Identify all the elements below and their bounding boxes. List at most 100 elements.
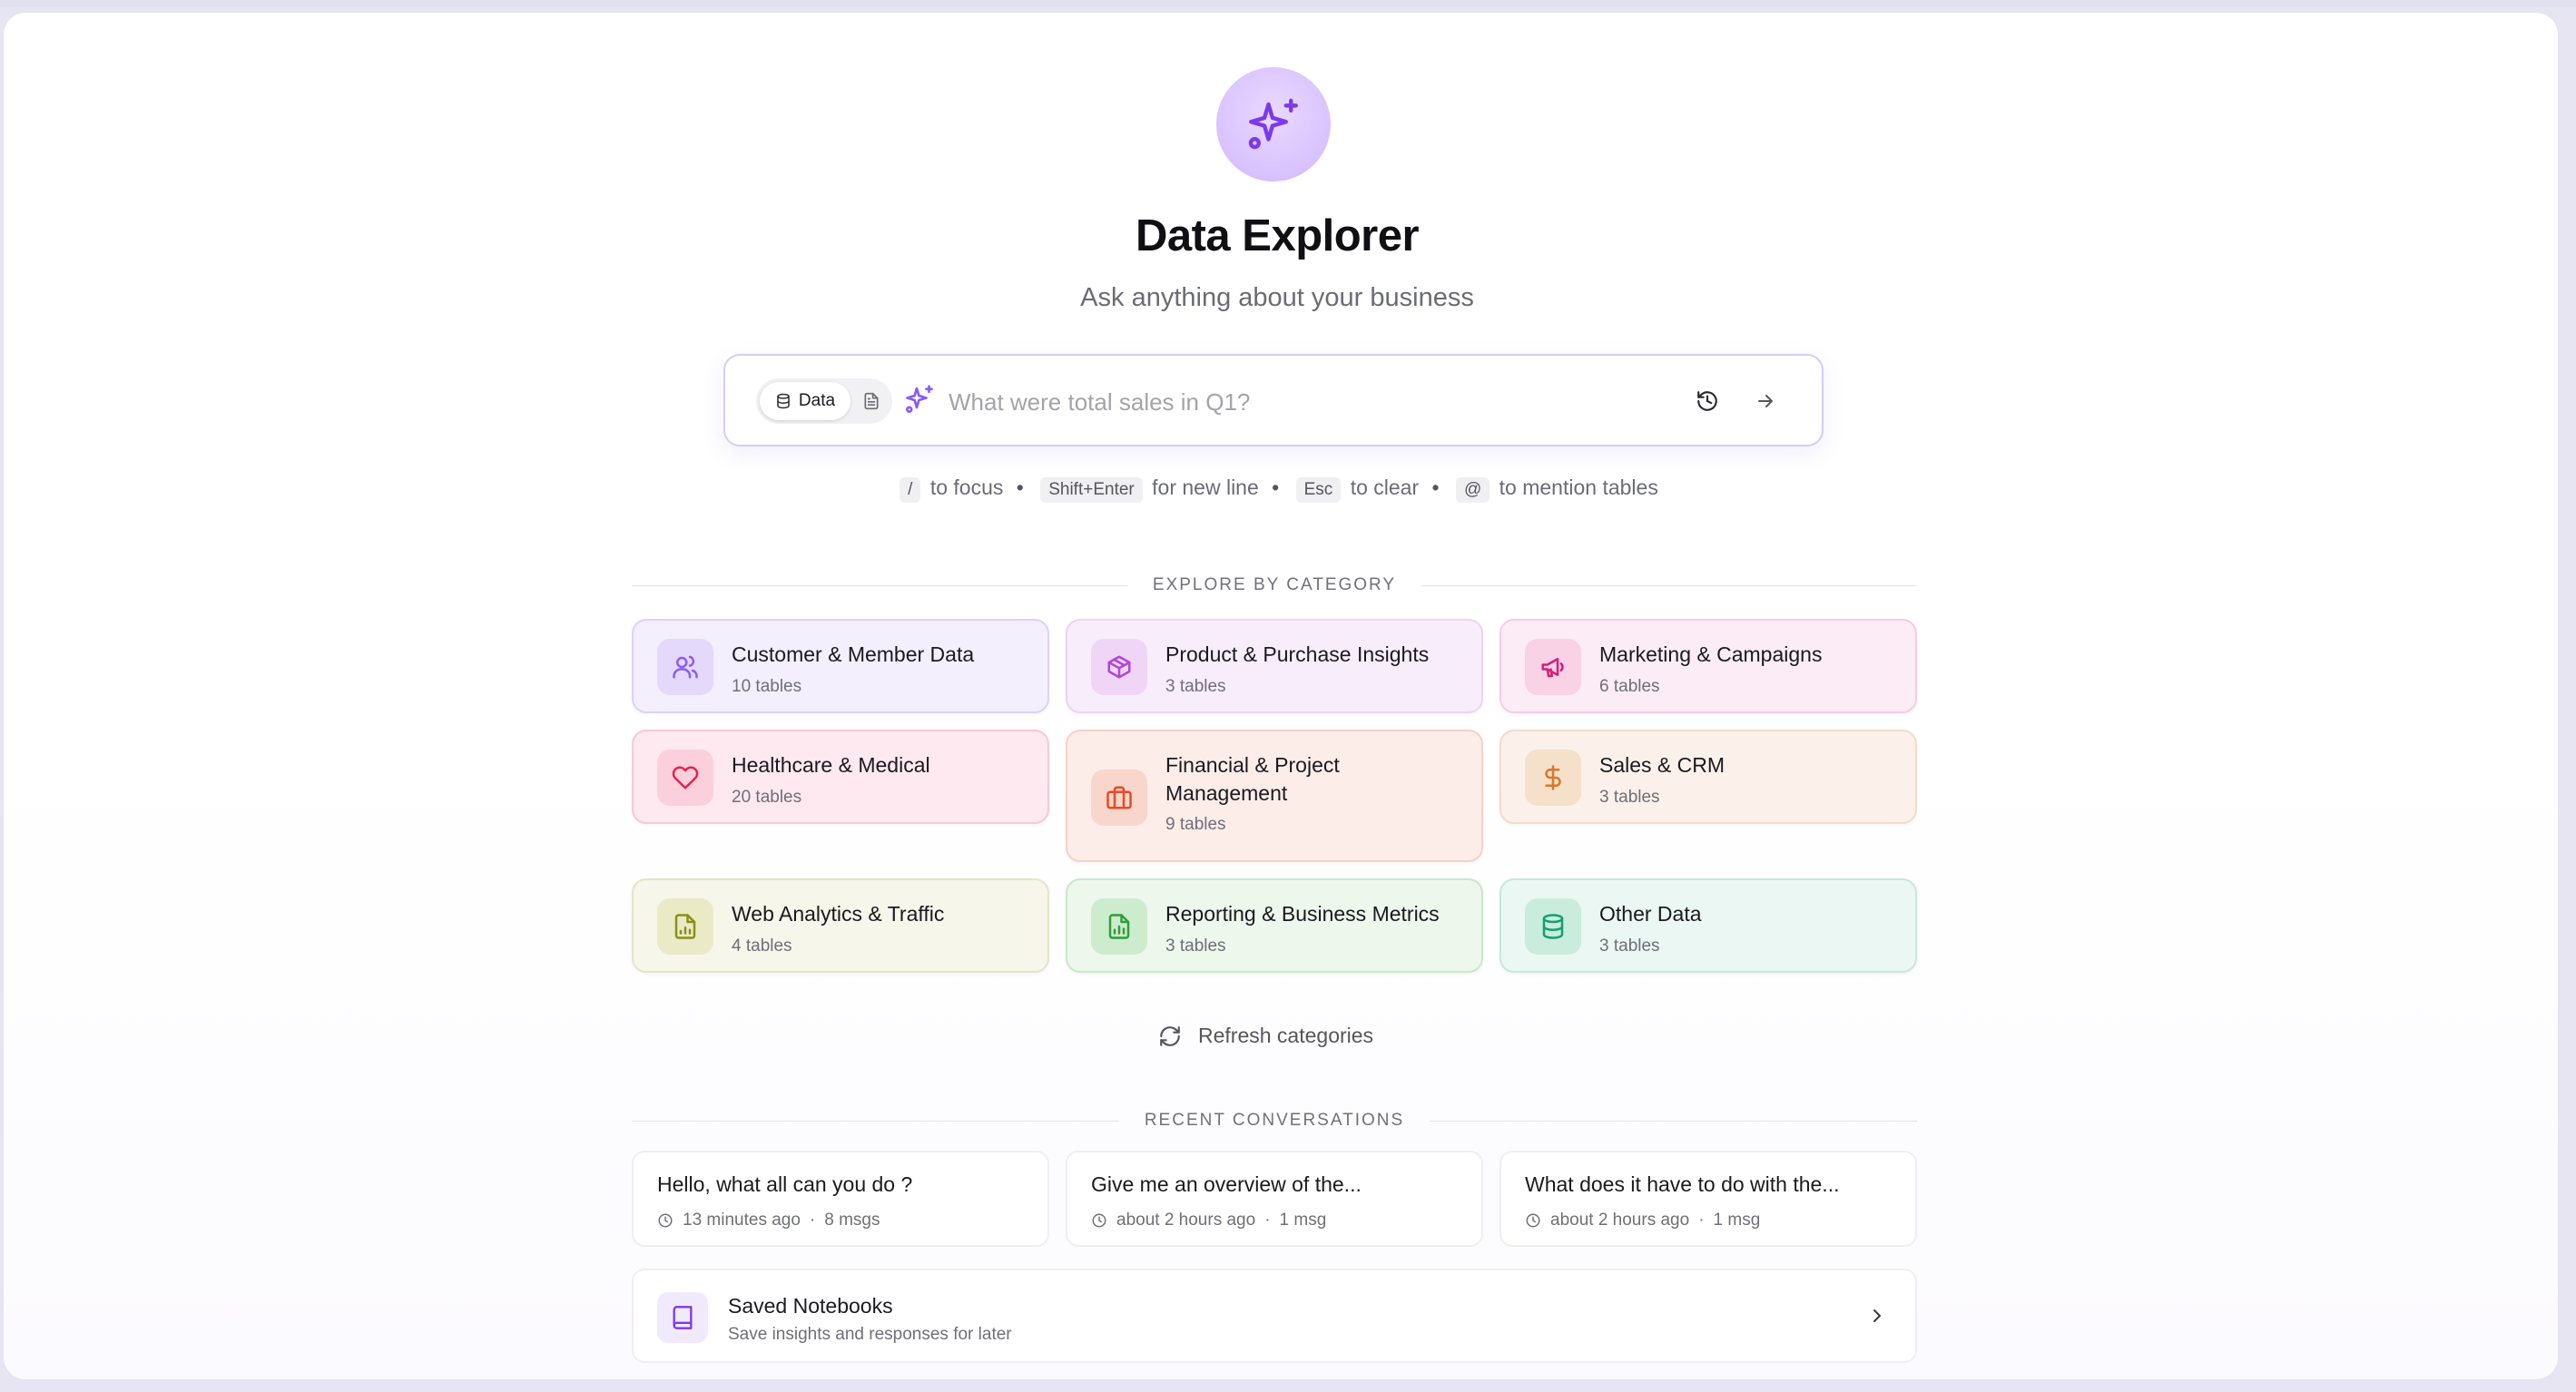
mention-key: @ bbox=[1455, 477, 1490, 503]
conversation-meta: 13 minutes ago · 8 msgs bbox=[657, 1211, 880, 1230]
mention-hint-text: to mention tables bbox=[1499, 475, 1658, 499]
conversation-time: about 2 hours ago bbox=[1550, 1211, 1690, 1230]
clear-hint-text: to clear bbox=[1350, 475, 1420, 499]
file-chart-icon bbox=[657, 898, 713, 955]
history-button[interactable] bbox=[1691, 385, 1724, 417]
hint-separator: • bbox=[1016, 475, 1024, 499]
clock-icon bbox=[1526, 1213, 1540, 1228]
mode-data-label: Data bbox=[798, 391, 836, 410]
category-name: Financial & Project Management bbox=[1165, 753, 1340, 805]
clock-icon bbox=[658, 1213, 673, 1228]
document-icon bbox=[864, 392, 879, 410]
mode-document-button[interactable] bbox=[860, 389, 883, 413]
category-table-count: 20 tables bbox=[732, 788, 802, 807]
categories-heading-label: EXPLORE BY CATEGORY bbox=[1152, 575, 1397, 594]
category-table-count: 3 tables bbox=[1165, 677, 1226, 696]
sparkles-icon bbox=[903, 383, 938, 417]
users-icon bbox=[657, 639, 713, 695]
category-name: Customer & Member Data bbox=[732, 642, 975, 666]
package-icon bbox=[1091, 639, 1147, 695]
category-table-count: 3 tables bbox=[1599, 788, 1660, 807]
category-card-healthcare-medical[interactable]: Healthcare & Medical 20 tables bbox=[632, 730, 1049, 824]
conversation-time: about 2 hours ago bbox=[1116, 1211, 1256, 1230]
recent-conversations-heading-label: RECENT CONVERSATIONS bbox=[1144, 1111, 1405, 1130]
category-name: Other Data bbox=[1599, 902, 1702, 926]
category-table-count: 4 tables bbox=[732, 936, 792, 956]
conversation-message-count: 8 msgs bbox=[824, 1211, 880, 1230]
megaphone-icon bbox=[1525, 639, 1581, 695]
keyboard-hints: / to focus • Shift+Enter for new line • … bbox=[4, 475, 2551, 503]
category-card-web-analytics-traffic[interactable]: Web Analytics & Traffic 4 tables bbox=[632, 878, 1049, 973]
category-card-marketing-campaigns[interactable]: Marketing & Campaigns 6 tables bbox=[1499, 619, 1917, 713]
category-card-reporting-business-metrics[interactable]: Reporting & Business Metrics 3 tables bbox=[1066, 878, 1483, 973]
meta-separator: · bbox=[809, 1211, 816, 1230]
database-icon bbox=[777, 393, 790, 409]
category-card-customer-member-data[interactable]: Customer & Member Data 10 tables bbox=[632, 619, 1049, 713]
mode-toggle: Data bbox=[756, 378, 892, 424]
clock-icon bbox=[1092, 1213, 1106, 1228]
heart-icon bbox=[657, 750, 713, 806]
category-card-product-purchase-insights[interactable]: Product & Purchase Insights 3 tables bbox=[1066, 619, 1483, 713]
category-table-count: 9 tables bbox=[1165, 815, 1226, 834]
conversation-title: Hello, what all can you do ? bbox=[657, 1172, 913, 1196]
saved-notebooks-subtitle: Save insights and responses for later bbox=[728, 1325, 1012, 1344]
search-box: Data bbox=[723, 354, 1824, 446]
page-title: Data Explorer bbox=[1135, 211, 1420, 260]
conversation-card[interactable]: Give me an overview of the... about 2 ho… bbox=[1066, 1151, 1483, 1247]
chevron-right-icon bbox=[1866, 1305, 1888, 1327]
clear-key: Esc bbox=[1295, 477, 1342, 503]
conversation-time: 13 minutes ago bbox=[683, 1211, 801, 1230]
book-icon bbox=[657, 1292, 708, 1343]
mode-data-button[interactable]: Data bbox=[760, 382, 850, 420]
divider bbox=[632, 1120, 1119, 1122]
refresh-icon bbox=[1160, 1025, 1180, 1046]
category-name: Product & Purchase Insights bbox=[1165, 642, 1430, 666]
category-name: Healthcare & Medical bbox=[732, 753, 930, 777]
focus-key: / bbox=[900, 477, 921, 503]
hint-separator: • bbox=[1431, 475, 1440, 499]
history-icon bbox=[1697, 391, 1717, 411]
database-icon bbox=[1525, 898, 1581, 955]
divider bbox=[1421, 584, 1918, 586]
conversation-meta: about 2 hours ago · 1 msg bbox=[1091, 1211, 1326, 1230]
briefcase-icon bbox=[1091, 770, 1147, 826]
conversation-card[interactable]: What does it have to do with the... abou… bbox=[1499, 1151, 1917, 1247]
category-name: Reporting & Business Metrics bbox=[1165, 902, 1440, 926]
category-card-other-data[interactable]: Other Data 3 tables bbox=[1499, 878, 1917, 973]
category-table-count: 6 tables bbox=[1599, 677, 1660, 696]
category-table-count: 10 tables bbox=[732, 677, 802, 696]
focus-hint-text: to focus bbox=[929, 475, 1004, 499]
file-spreadsheet-icon bbox=[1091, 898, 1147, 955]
page-subtitle: Ask anything about your business bbox=[1080, 283, 1474, 312]
dollar-icon bbox=[1525, 750, 1581, 806]
newline-hint-text: for new line bbox=[1152, 475, 1259, 499]
category-card-financial-project-management[interactable]: Financial & Project Management 9 tables bbox=[1066, 730, 1483, 862]
conversation-card[interactable]: Hello, what all can you do ? 13 minutes … bbox=[632, 1151, 1049, 1247]
meta-separator: · bbox=[1698, 1211, 1705, 1230]
conversation-message-count: 1 msg bbox=[1713, 1211, 1761, 1230]
refresh-categories-button[interactable]: Refresh categories bbox=[1158, 1024, 1373, 1048]
search-input[interactable] bbox=[947, 377, 1586, 426]
category-table-count: 3 tables bbox=[1599, 936, 1660, 956]
hint-separator: • bbox=[1272, 475, 1280, 499]
conversation-title: What does it have to do with the... bbox=[1525, 1172, 1840, 1196]
conversation-message-count: 1 msg bbox=[1279, 1211, 1327, 1230]
conversation-meta: about 2 hours ago · 1 msg bbox=[1525, 1211, 1760, 1230]
category-name: Marketing & Campaigns bbox=[1599, 642, 1823, 666]
saved-notebooks-title: Saved Notebooks bbox=[728, 1294, 893, 1318]
send-button[interactable] bbox=[1749, 385, 1782, 417]
refresh-categories-label: Refresh categories bbox=[1198, 1024, 1374, 1047]
sparkles-icon bbox=[1216, 67, 1331, 181]
saved-notebooks-card[interactable]: Saved Notebooks Save insights and respon… bbox=[632, 1269, 1917, 1363]
category-card-sales-crm[interactable]: Sales & CRM 3 tables bbox=[1499, 730, 1917, 824]
meta-separator: · bbox=[1264, 1211, 1271, 1230]
divider bbox=[1430, 1120, 1917, 1122]
window-top-strip bbox=[0, 0, 2576, 7]
main-panel: Data Explorer Ask anything about your bu… bbox=[4, 13, 2558, 1379]
conversation-title: Give me an overview of the... bbox=[1091, 1172, 1362, 1196]
newline-key: Shift+Enter bbox=[1040, 477, 1143, 503]
divider bbox=[632, 584, 1127, 586]
category-table-count: 3 tables bbox=[1165, 936, 1226, 956]
arrow-right-icon bbox=[1758, 395, 1773, 407]
recent-conversations-heading: RECENT CONVERSATIONS bbox=[632, 1107, 1917, 1134]
